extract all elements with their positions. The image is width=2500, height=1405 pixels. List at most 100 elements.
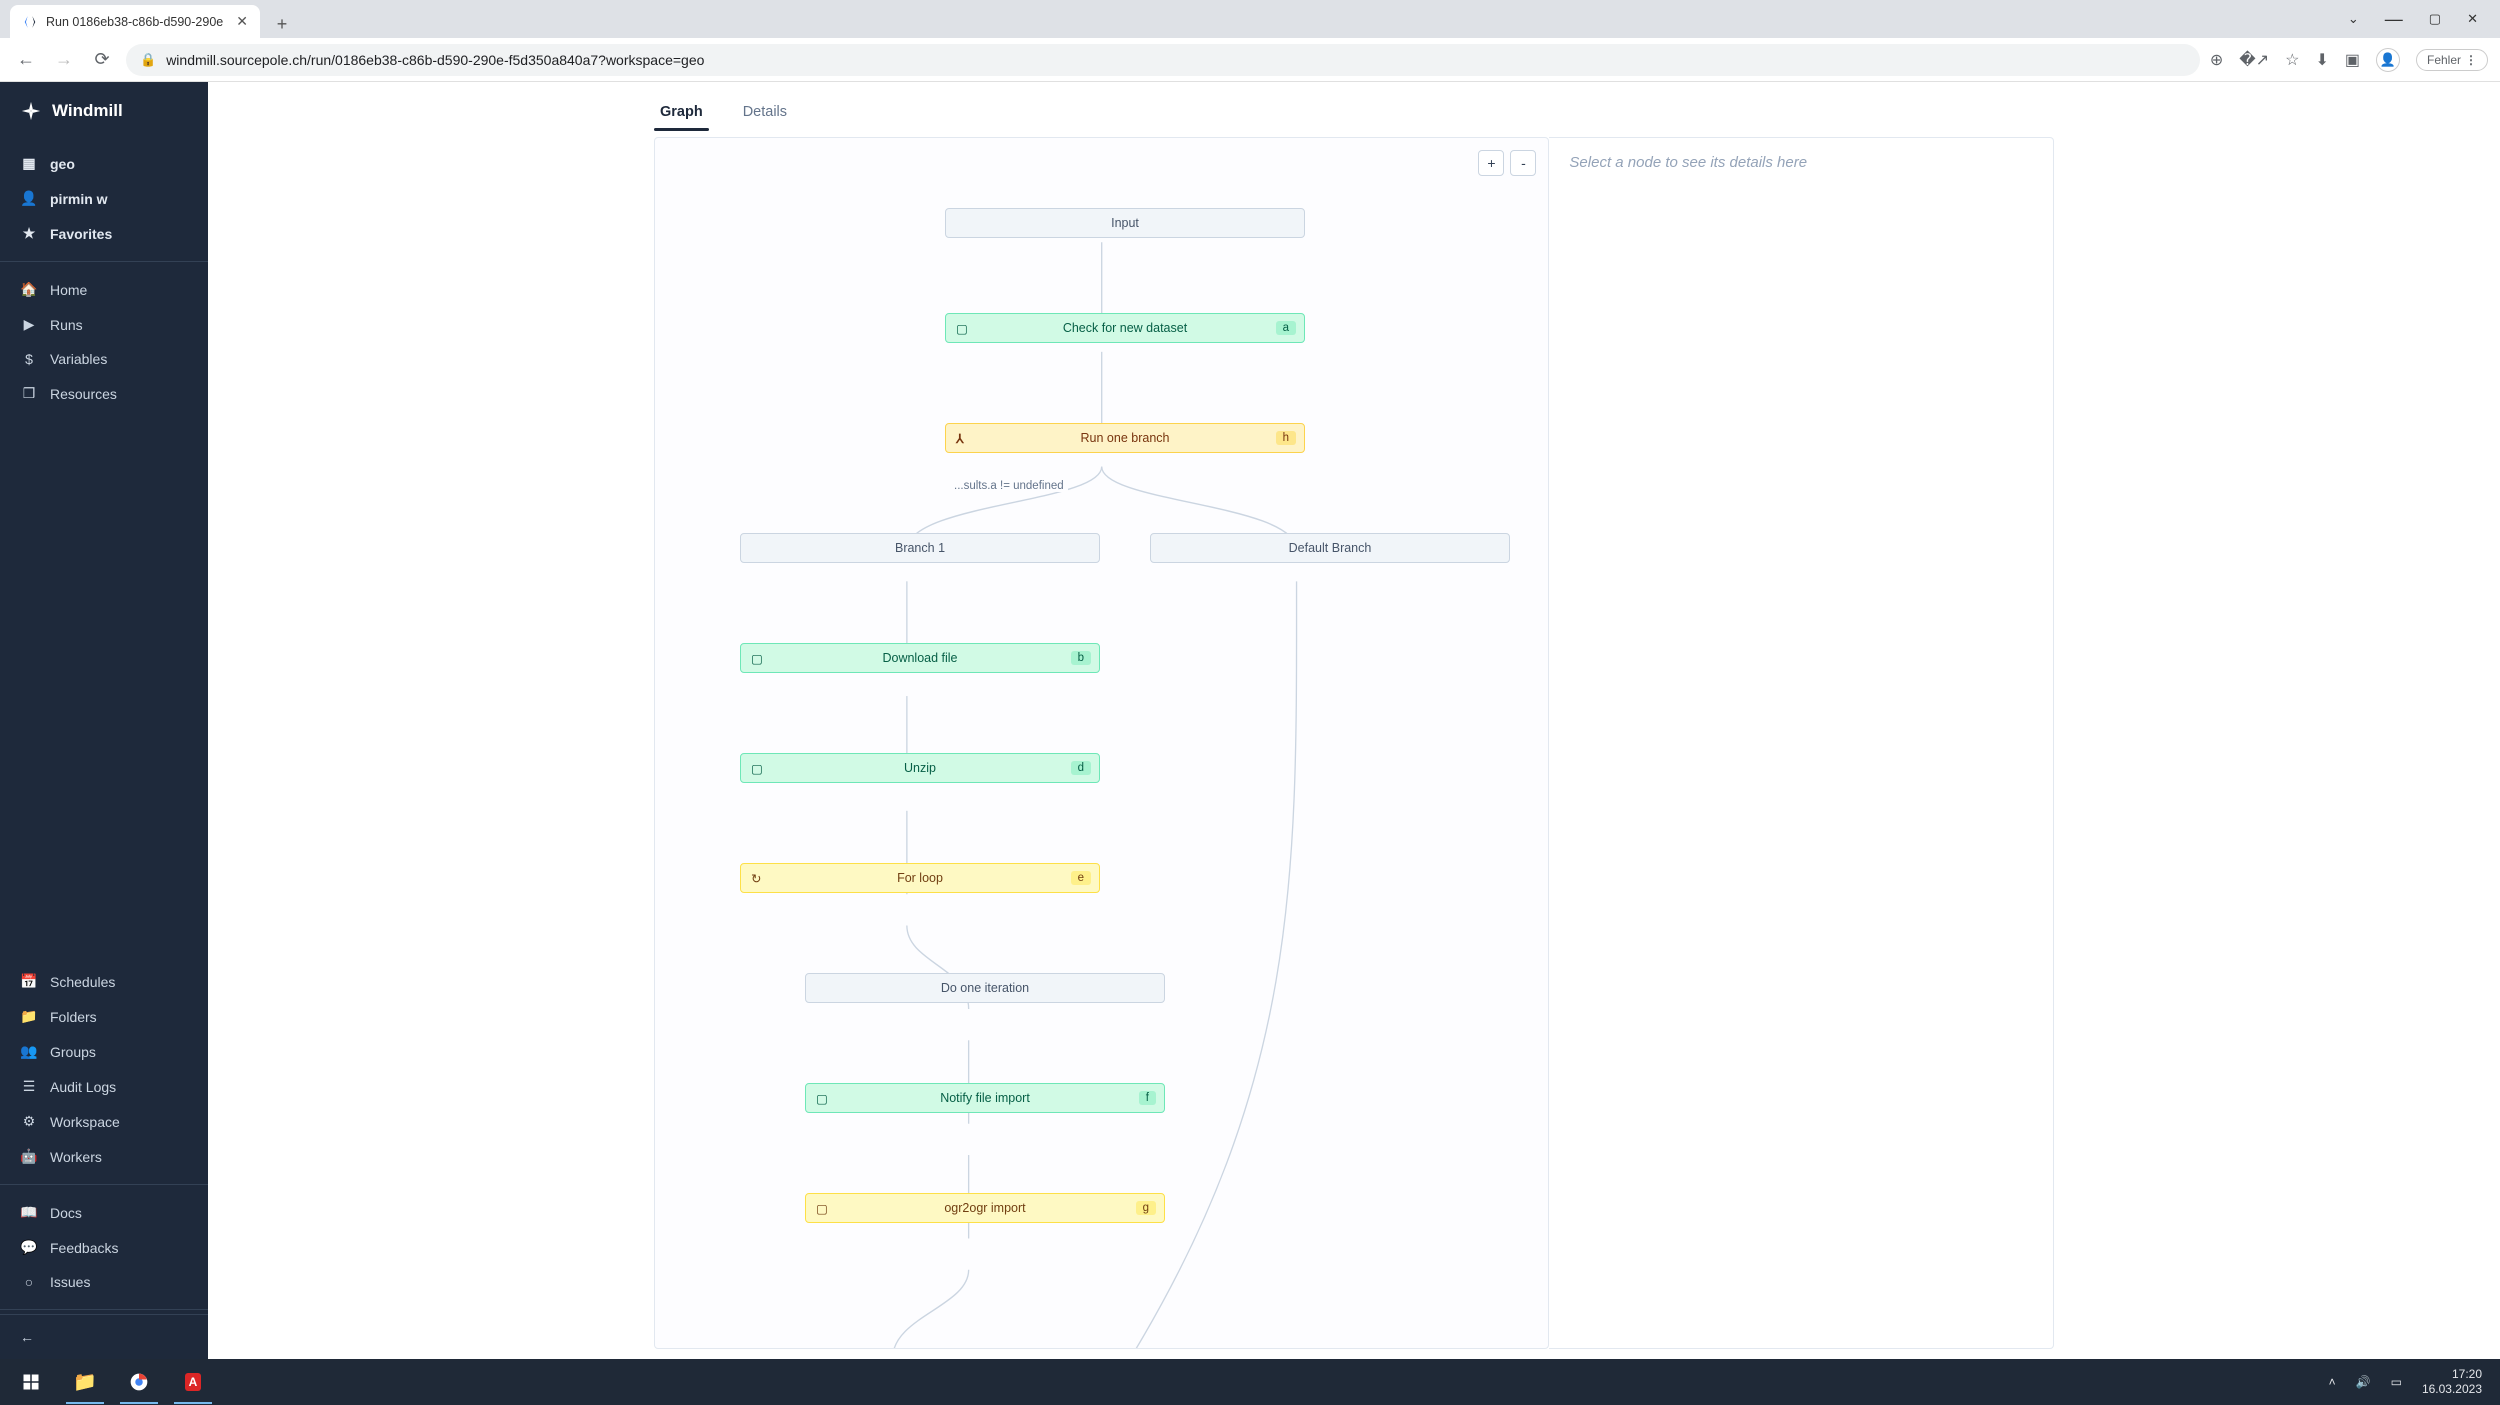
book-icon: 📖 bbox=[20, 1204, 38, 1221]
node-badge: g bbox=[1136, 1201, 1156, 1215]
clock-time: 17:20 bbox=[2422, 1367, 2482, 1382]
translate-icon[interactable]: ⊕ bbox=[2210, 50, 2223, 70]
tab-close-icon[interactable]: ✕ bbox=[236, 13, 248, 30]
node-label: Download file bbox=[882, 651, 957, 665]
workspace-icon: ▦ bbox=[20, 155, 38, 172]
node-input[interactable]: Input bbox=[945, 208, 1305, 238]
calendar-icon: 📅 bbox=[20, 973, 38, 990]
windmill-icon bbox=[20, 100, 42, 122]
forward-button[interactable]: → bbox=[50, 46, 78, 74]
sidebar-item-workers[interactable]: 🤖 Workers bbox=[0, 1139, 208, 1174]
node-unzip[interactable]: ▢ Unzip d bbox=[740, 753, 1100, 783]
tab-graph[interactable]: Graph bbox=[654, 96, 709, 130]
node-download-file[interactable]: ▢ Download file b bbox=[740, 643, 1100, 673]
taskbar-clock[interactable]: 17:20 16.03.2023 bbox=[2422, 1367, 2482, 1397]
url-input[interactable]: 🔒 windmill.sourcepole.ch/run/0186eb38-c8… bbox=[126, 44, 2200, 76]
node-branch-1[interactable]: Branch 1 bbox=[740, 533, 1100, 563]
sidebar-item-variables[interactable]: $ Variables bbox=[0, 342, 208, 376]
sidebar-workspace-label: geo bbox=[50, 156, 75, 172]
node-label: Check for new dataset bbox=[1063, 321, 1187, 335]
sidebar-item-schedules[interactable]: 📅 Schedules bbox=[0, 964, 208, 999]
browser-tab-bar: Run 0186eb38-c86b-d590-290e ✕ + ⌄ — ▢ ✕ bbox=[0, 0, 2500, 38]
home-icon: 🏠 bbox=[20, 281, 38, 298]
node-badge: a bbox=[1276, 321, 1296, 335]
profile-icon[interactable]: 👤 bbox=[2376, 48, 2400, 72]
sidebar-item-label: Issues bbox=[50, 1274, 90, 1290]
chrome-icon bbox=[129, 1372, 149, 1392]
sidebar: Windmill ▦ geo 👤 pirmin w ★ Favorites bbox=[0, 82, 208, 1359]
sidebar-item-label: Workspace bbox=[50, 1114, 120, 1130]
start-button[interactable] bbox=[4, 1360, 58, 1404]
sidebar-item-groups[interactable]: 👥 Groups bbox=[0, 1034, 208, 1069]
close-window-icon[interactable]: ✕ bbox=[2467, 11, 2478, 27]
node-ogr2ogr-import[interactable]: ▢ ogr2ogr import g bbox=[805, 1193, 1165, 1223]
new-tab-button[interactable]: + bbox=[268, 10, 296, 38]
node-check-dataset[interactable]: ▢ Check for new dataset a bbox=[945, 313, 1305, 343]
script-icon: ▢ bbox=[751, 761, 763, 776]
tab-details[interactable]: Details bbox=[737, 96, 793, 130]
sidebar-item-workspace-settings[interactable]: ⚙ Workspace bbox=[0, 1104, 208, 1139]
sidebar-item-label: Schedules bbox=[50, 974, 115, 990]
chevron-down-icon[interactable]: ⌄ bbox=[2348, 11, 2359, 27]
tray-battery-icon[interactable]: ▭ bbox=[2391, 1375, 2402, 1389]
node-label: Run one branch bbox=[1081, 431, 1170, 445]
sidebar-item-label: Runs bbox=[50, 317, 83, 333]
node-do-one-iteration[interactable]: Do one iteration bbox=[805, 973, 1165, 1003]
node-run-one-branch[interactable]: ⅄ Run one branch h bbox=[945, 423, 1305, 453]
download-icon[interactable]: ⬇ bbox=[2315, 50, 2328, 70]
cube-icon: ❒ bbox=[20, 385, 38, 402]
star-icon: ★ bbox=[20, 225, 38, 242]
address-bar: ← → ⟳ 🔒 windmill.sourcepole.ch/run/0186e… bbox=[0, 38, 2500, 82]
sidebar-user-label: pirmin w bbox=[50, 191, 108, 207]
sidebar-item-label: Resources bbox=[50, 386, 117, 402]
taskbar-acrobat[interactable]: A bbox=[166, 1360, 220, 1404]
app-logo[interactable]: Windmill bbox=[0, 82, 208, 140]
sidebar-item-folders[interactable]: 📁 Folders bbox=[0, 999, 208, 1034]
sidebar-item-home[interactable]: 🏠 Home bbox=[0, 272, 208, 307]
node-label: Default Branch bbox=[1289, 541, 1372, 555]
sidebar-item-label: Home bbox=[50, 282, 87, 298]
windows-icon bbox=[22, 1373, 40, 1391]
script-icon: ▢ bbox=[956, 321, 968, 336]
bookmark-icon[interactable]: ☆ bbox=[2285, 50, 2299, 70]
minimize-icon[interactable]: — bbox=[2385, 9, 2403, 30]
sidebar-user[interactable]: 👤 pirmin w bbox=[0, 181, 208, 216]
arrow-left-icon: ← bbox=[20, 1329, 34, 1345]
node-label: Unzip bbox=[904, 761, 936, 775]
sidebar-item-issues[interactable]: ○ Issues bbox=[0, 1265, 208, 1299]
sidebar-item-resources[interactable]: ❒ Resources bbox=[0, 376, 208, 411]
sidebar-item-docs[interactable]: 📖 Docs bbox=[0, 1195, 208, 1230]
node-label: Do one iteration bbox=[941, 981, 1029, 995]
sidebar-collapse-button[interactable]: ← bbox=[0, 1314, 208, 1359]
maximize-icon[interactable]: ▢ bbox=[2429, 11, 2441, 27]
browser-tab[interactable]: Run 0186eb38-c86b-d590-290e ✕ bbox=[10, 5, 260, 38]
detail-placeholder: Select a node to see its details here bbox=[1569, 154, 1807, 171]
taskbar-chrome[interactable] bbox=[112, 1360, 166, 1404]
sidebar-item-label: Feedbacks bbox=[50, 1240, 118, 1256]
node-notify-file-import[interactable]: ▢ Notify file import f bbox=[805, 1083, 1165, 1113]
share-icon[interactable]: �↗ bbox=[2239, 50, 2269, 70]
gear-icon: ⚙ bbox=[20, 1113, 38, 1130]
back-button[interactable]: ← bbox=[12, 46, 40, 74]
node-label: For loop bbox=[897, 871, 943, 885]
sidebar-workspace[interactable]: ▦ geo bbox=[0, 146, 208, 181]
extension-icon[interactable]: ▣ bbox=[2345, 50, 2360, 70]
view-tabs: Graph Details bbox=[654, 82, 2054, 131]
node-default-branch[interactable]: Default Branch bbox=[1150, 533, 1510, 563]
taskbar-explorer[interactable]: 📁 bbox=[58, 1360, 112, 1404]
sidebar-item-feedbacks[interactable]: 💬 Feedbacks bbox=[0, 1230, 208, 1265]
tab-title: Run 0186eb38-c86b-d590-290e bbox=[46, 15, 223, 29]
detail-panel: Select a node to see its details here bbox=[1549, 137, 2054, 1349]
clock-date: 16.03.2023 bbox=[2422, 1382, 2482, 1397]
graph-panel[interactable]: + - bbox=[654, 137, 1549, 1349]
reload-button[interactable]: ⟳ bbox=[88, 46, 116, 74]
node-for-loop[interactable]: ↻ For loop e bbox=[740, 863, 1100, 893]
tray-volume-icon[interactable]: 🔊 bbox=[2356, 1375, 2371, 1389]
error-badge[interactable]: Fehler ⋮ bbox=[2416, 49, 2488, 71]
node-badge: f bbox=[1139, 1091, 1156, 1105]
sidebar-item-audit-logs[interactable]: ☰ Audit Logs bbox=[0, 1069, 208, 1104]
sidebar-item-runs[interactable]: ▶ Runs bbox=[0, 307, 208, 342]
sidebar-favorites[interactable]: ★ Favorites bbox=[0, 216, 208, 251]
tray-chevron-icon[interactable]: ˄ bbox=[2329, 1375, 2336, 1389]
user-icon: 👤 bbox=[20, 190, 38, 207]
